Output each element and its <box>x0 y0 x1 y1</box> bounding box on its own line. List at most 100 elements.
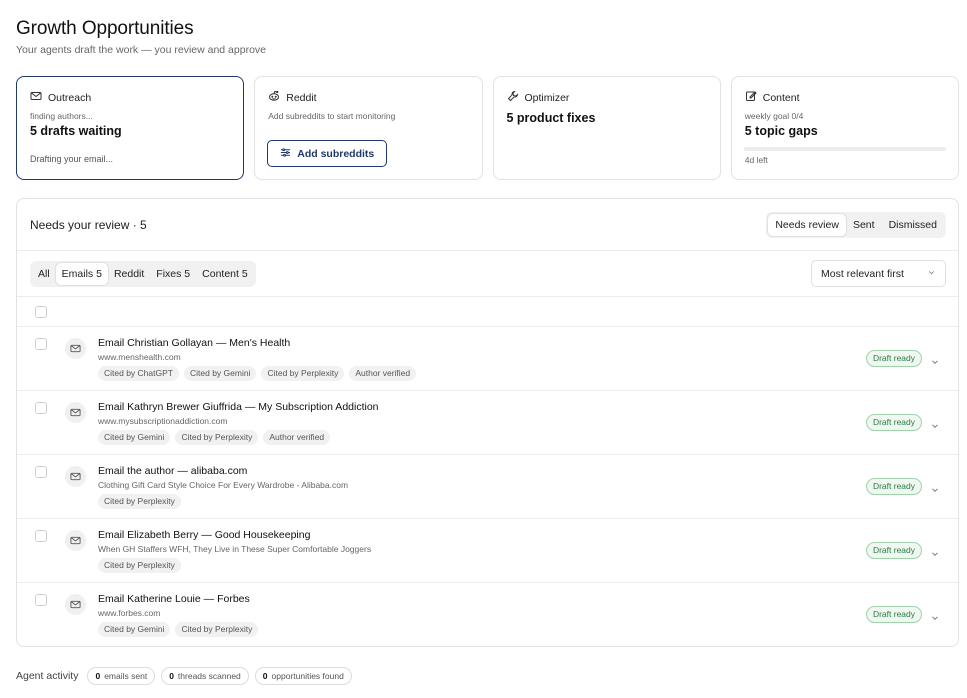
status-badge: Draft ready <box>865 414 922 431</box>
mail-icon <box>65 594 86 615</box>
agent-activity: Agent activity 0 emails sent 0 threads sca… <box>16 667 352 685</box>
row-subtitle: When GH Staffers WFH, They Live in These… <box>98 544 372 554</box>
row-title: Email the author — alibaba.com <box>98 465 248 477</box>
citation-tag: Cited by Perplexity <box>98 558 181 573</box>
add-subreddits-button[interactable]: Add subreddits <box>267 140 388 167</box>
chevron-down-icon[interactable] <box>930 482 940 493</box>
page-subtitle: Your agents draft the work — you review … <box>16 44 267 56</box>
optimizer-card-title: Optimizer <box>524 91 570 104</box>
outreach-card-metric: 5 drafts waiting <box>30 124 122 138</box>
mail-icon <box>65 402 86 423</box>
status-badge: Draft ready <box>865 542 922 559</box>
chevron-down-icon[interactable] <box>930 354 940 365</box>
type-tabs: All Emails 5 Reddit Fixes 5 Content 5 <box>30 260 256 287</box>
content-card[interactable]: Content weekly goal 0/4 5 topic gaps 4d … <box>730 76 959 180</box>
tab-reddit[interactable]: Reddit <box>108 263 150 285</box>
citation-tag: Cited by Gemini <box>98 622 171 637</box>
row-subtitle: www.menshealth.com <box>98 352 181 362</box>
edit-icon <box>745 90 757 105</box>
stat-label: emails sent <box>104 671 148 681</box>
reddit-card[interactable]: Reddit Add subreddits to start monitorin… <box>254 76 483 180</box>
view-switcher: Needs review Sent Dismissed <box>766 211 946 238</box>
row-checkbox[interactable] <box>35 402 47 414</box>
citation-tag: Author verified <box>263 430 331 445</box>
reddit-card-status: Add subreddits to start monitoring <box>268 111 396 121</box>
opportunity-row[interactable]: Email Christian Gollayan — Men's Health … <box>17 327 958 391</box>
citation-tag: Cited by Gemini <box>183 366 257 381</box>
citation-tag: Cited by Perplexity <box>261 366 345 381</box>
add-subreddits-label: Add subreddits <box>297 147 375 160</box>
row-subtitle: Clothing Gift Card Style Choice For Ever… <box>98 480 349 490</box>
view-sent[interactable]: Sent <box>846 214 882 236</box>
tab-all[interactable]: All <box>32 263 56 285</box>
page-title: Growth Opportunities <box>16 18 194 39</box>
citation-tag: Cited by ChatGPT <box>98 366 179 381</box>
content-card-footer: 4d left <box>744 155 768 165</box>
row-subtitle: www.mysubscriptionaddiction.com <box>98 416 228 426</box>
mail-icon <box>65 338 86 359</box>
row-title: Email Katherine Louie — Forbes <box>98 593 250 605</box>
mail-icon <box>65 466 86 487</box>
opportunity-row[interactable]: Email Elizabeth Berry — Good Housekeepin… <box>17 519 958 583</box>
review-panel: Needs your review · 5 Needs review Sent … <box>16 198 959 647</box>
row-title: Email Elizabeth Berry — Good Housekeepin… <box>98 529 311 541</box>
outreach-card-status: finding authors... <box>30 111 93 121</box>
opportunity-list: Email Christian Gollayan — Men's Health … <box>17 327 958 646</box>
row-checkbox[interactable] <box>35 530 47 542</box>
sort-select-value: Most relevant first <box>821 267 904 280</box>
row-tags: Cited by Gemini Cited by Perplexity Author… <box>98 430 331 445</box>
outreach-card[interactable]: Outreach finding authors... 5 drafts wai… <box>16 76 245 180</box>
outreach-card-title: Outreach <box>48 91 92 104</box>
mail-icon <box>30 90 42 105</box>
emails-sent-stat: 0 emails sent <box>87 667 156 685</box>
reddit-card-title: Reddit <box>286 91 317 104</box>
status-badge: Draft ready <box>865 606 922 623</box>
chevron-down-icon[interactable] <box>930 610 940 621</box>
view-dismissed[interactable]: Dismissed <box>882 214 944 236</box>
row-tags: Cited by Gemini Cited by Perplexity <box>98 622 259 637</box>
row-subtitle: www.forbes.com <box>98 608 161 618</box>
agent-activity-label: Agent activity <box>16 670 79 682</box>
citation-tag: Author verified <box>349 366 417 381</box>
stat-label: threads scanned <box>177 671 241 681</box>
tab-fixes[interactable]: Fixes 5 <box>150 263 196 285</box>
citation-tag: Cited by Gemini <box>98 430 171 445</box>
filter-row: All Emails 5 Reddit Fixes 5 Content 5 Mo… <box>17 251 958 297</box>
chevron-down-icon[interactable] <box>930 546 940 557</box>
row-tags: Cited by Perplexity <box>98 494 181 509</box>
review-header: Needs your review · 5 Needs review Sent … <box>17 199 958 251</box>
optimizer-card[interactable]: Optimizer 5 product fixes <box>492 76 721 180</box>
status-badge: Draft ready <box>865 478 922 495</box>
row-tags: Cited by Perplexity <box>98 558 181 573</box>
citation-tag: Cited by Perplexity <box>175 430 259 445</box>
view-needs-review[interactable]: Needs review <box>768 213 846 236</box>
stat-value: 0 <box>95 671 101 681</box>
opportunity-row[interactable]: Email the author — alibaba.com Clothing … <box>17 455 958 519</box>
row-tags: Cited by ChatGPT Cited by Gemini Cited by … <box>98 366 417 381</box>
weekly-goal-progress <box>743 147 946 151</box>
agent-cards: Outreach finding authors... 5 drafts wai… <box>16 76 959 180</box>
stat-value: 0 <box>262 671 268 681</box>
row-checkbox[interactable] <box>35 594 47 606</box>
citation-tag: Cited by Perplexity <box>98 494 181 509</box>
sliders-icon <box>280 147 291 161</box>
citation-tag: Cited by Perplexity <box>175 622 259 637</box>
select-all-checkbox[interactable] <box>35 305 47 318</box>
row-title: Email Kathryn Brewer Giuffrida — My Subs… <box>98 401 379 413</box>
reddit-icon <box>268 90 280 105</box>
row-checkbox[interactable] <box>35 338 47 350</box>
row-title: Email Christian Gollayan — Men's Health <box>98 337 291 349</box>
tab-content[interactable]: Content 5 <box>196 263 254 285</box>
content-card-title: Content <box>762 91 800 104</box>
sort-select[interactable]: Most relevant first <box>811 260 946 287</box>
select-all-row <box>17 297 958 327</box>
wrench-icon <box>507 90 519 105</box>
opportunity-row[interactable]: Email Kathryn Brewer Giuffrida — My Subs… <box>17 391 958 455</box>
stat-label: opportunities found <box>271 671 344 681</box>
opportunity-row[interactable]: Email Katherine Louie — Forbes www.forbe… <box>17 583 958 646</box>
threads-scanned-stat: 0 threads scanned <box>161 667 249 685</box>
tab-emails[interactable]: Emails 5 <box>55 262 108 285</box>
content-card-status: weekly goal 0/4 <box>744 111 804 121</box>
row-checkbox[interactable] <box>35 466 47 478</box>
chevron-down-icon[interactable] <box>930 418 940 429</box>
